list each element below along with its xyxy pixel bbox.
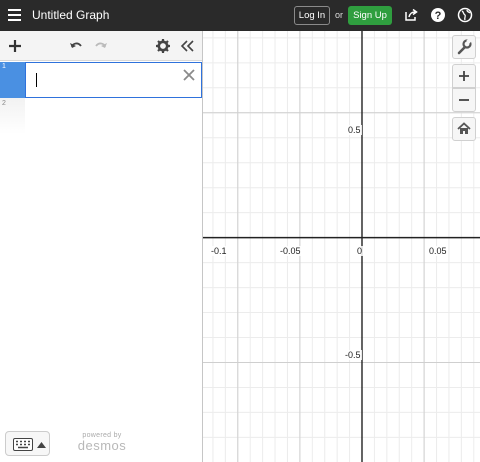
expression-row[interactable]: 1 (0, 62, 202, 98)
menu-icon-bar (8, 19, 21, 21)
graph-canvas[interactable]: -0.1 -0.05 0 0.05 0.5 -0.5 (203, 31, 480, 462)
default-viewport-button[interactable] (452, 117, 476, 141)
collapse-chevrons-icon[interactable] (179, 38, 195, 54)
undo-icon[interactable] (68, 38, 84, 54)
expression-panel: 1 2 powered by desmos (0, 31, 203, 462)
menu-icon (8, 9, 21, 11)
plus-icon[interactable] (7, 38, 23, 54)
caret-up-icon (37, 442, 46, 448)
graph-settings-button[interactable] (452, 35, 476, 59)
delete-expression-icon[interactable] (182, 68, 196, 82)
expression-index-tab[interactable]: 2 (0, 98, 25, 134)
keyboard-icon (13, 438, 33, 451)
graph-title[interactable]: Untitled Graph (32, 8, 109, 22)
svg-text:?: ? (435, 10, 442, 22)
wrench-icon (457, 38, 472, 55)
x-tick-label: 0.05 (428, 246, 448, 256)
home-icon (457, 122, 471, 134)
expression-index: 2 (2, 100, 6, 107)
x-tick-label: 0 (356, 246, 364, 256)
settings-gear-icon[interactable] (155, 38, 171, 54)
x-tick-label: -0.1 (210, 246, 228, 256)
keypad-toggle-button[interactable] (5, 431, 50, 456)
powered-by-desmos[interactable]: powered by desmos (72, 432, 132, 453)
expression-row[interactable]: 2 (0, 98, 202, 134)
expression-index: 1 (2, 63, 6, 70)
desmos-logo: desmos (77, 438, 127, 453)
signup-button[interactable]: Sign Up (348, 6, 392, 25)
y-tick-label: -0.5 (344, 350, 362, 360)
y-tick-label: 0.5 (347, 125, 362, 135)
zoom-out-icon (459, 99, 469, 101)
help-icon[interactable]: ? (430, 7, 446, 23)
zoom-in-button[interactable] (452, 64, 476, 88)
menu-button[interactable] (6, 6, 24, 24)
expression-input[interactable] (25, 62, 202, 98)
or-text: or (335, 10, 344, 20)
zoom-in-icon (459, 71, 469, 81)
login-button[interactable]: Log In (294, 6, 330, 25)
redo-icon[interactable] (93, 38, 109, 54)
expression-toolbar (0, 31, 202, 61)
text-caret (36, 73, 37, 87)
share-icon[interactable] (403, 7, 419, 23)
menu-icon-bar (8, 14, 21, 16)
zoom-out-button[interactable] (452, 88, 476, 112)
x-tick-label: -0.05 (279, 246, 302, 256)
top-header-bar: Untitled Graph Log In or Sign Up ? (0, 0, 480, 31)
expression-index-tab[interactable]: 1 (0, 62, 25, 98)
globe-icon[interactable] (457, 7, 473, 23)
